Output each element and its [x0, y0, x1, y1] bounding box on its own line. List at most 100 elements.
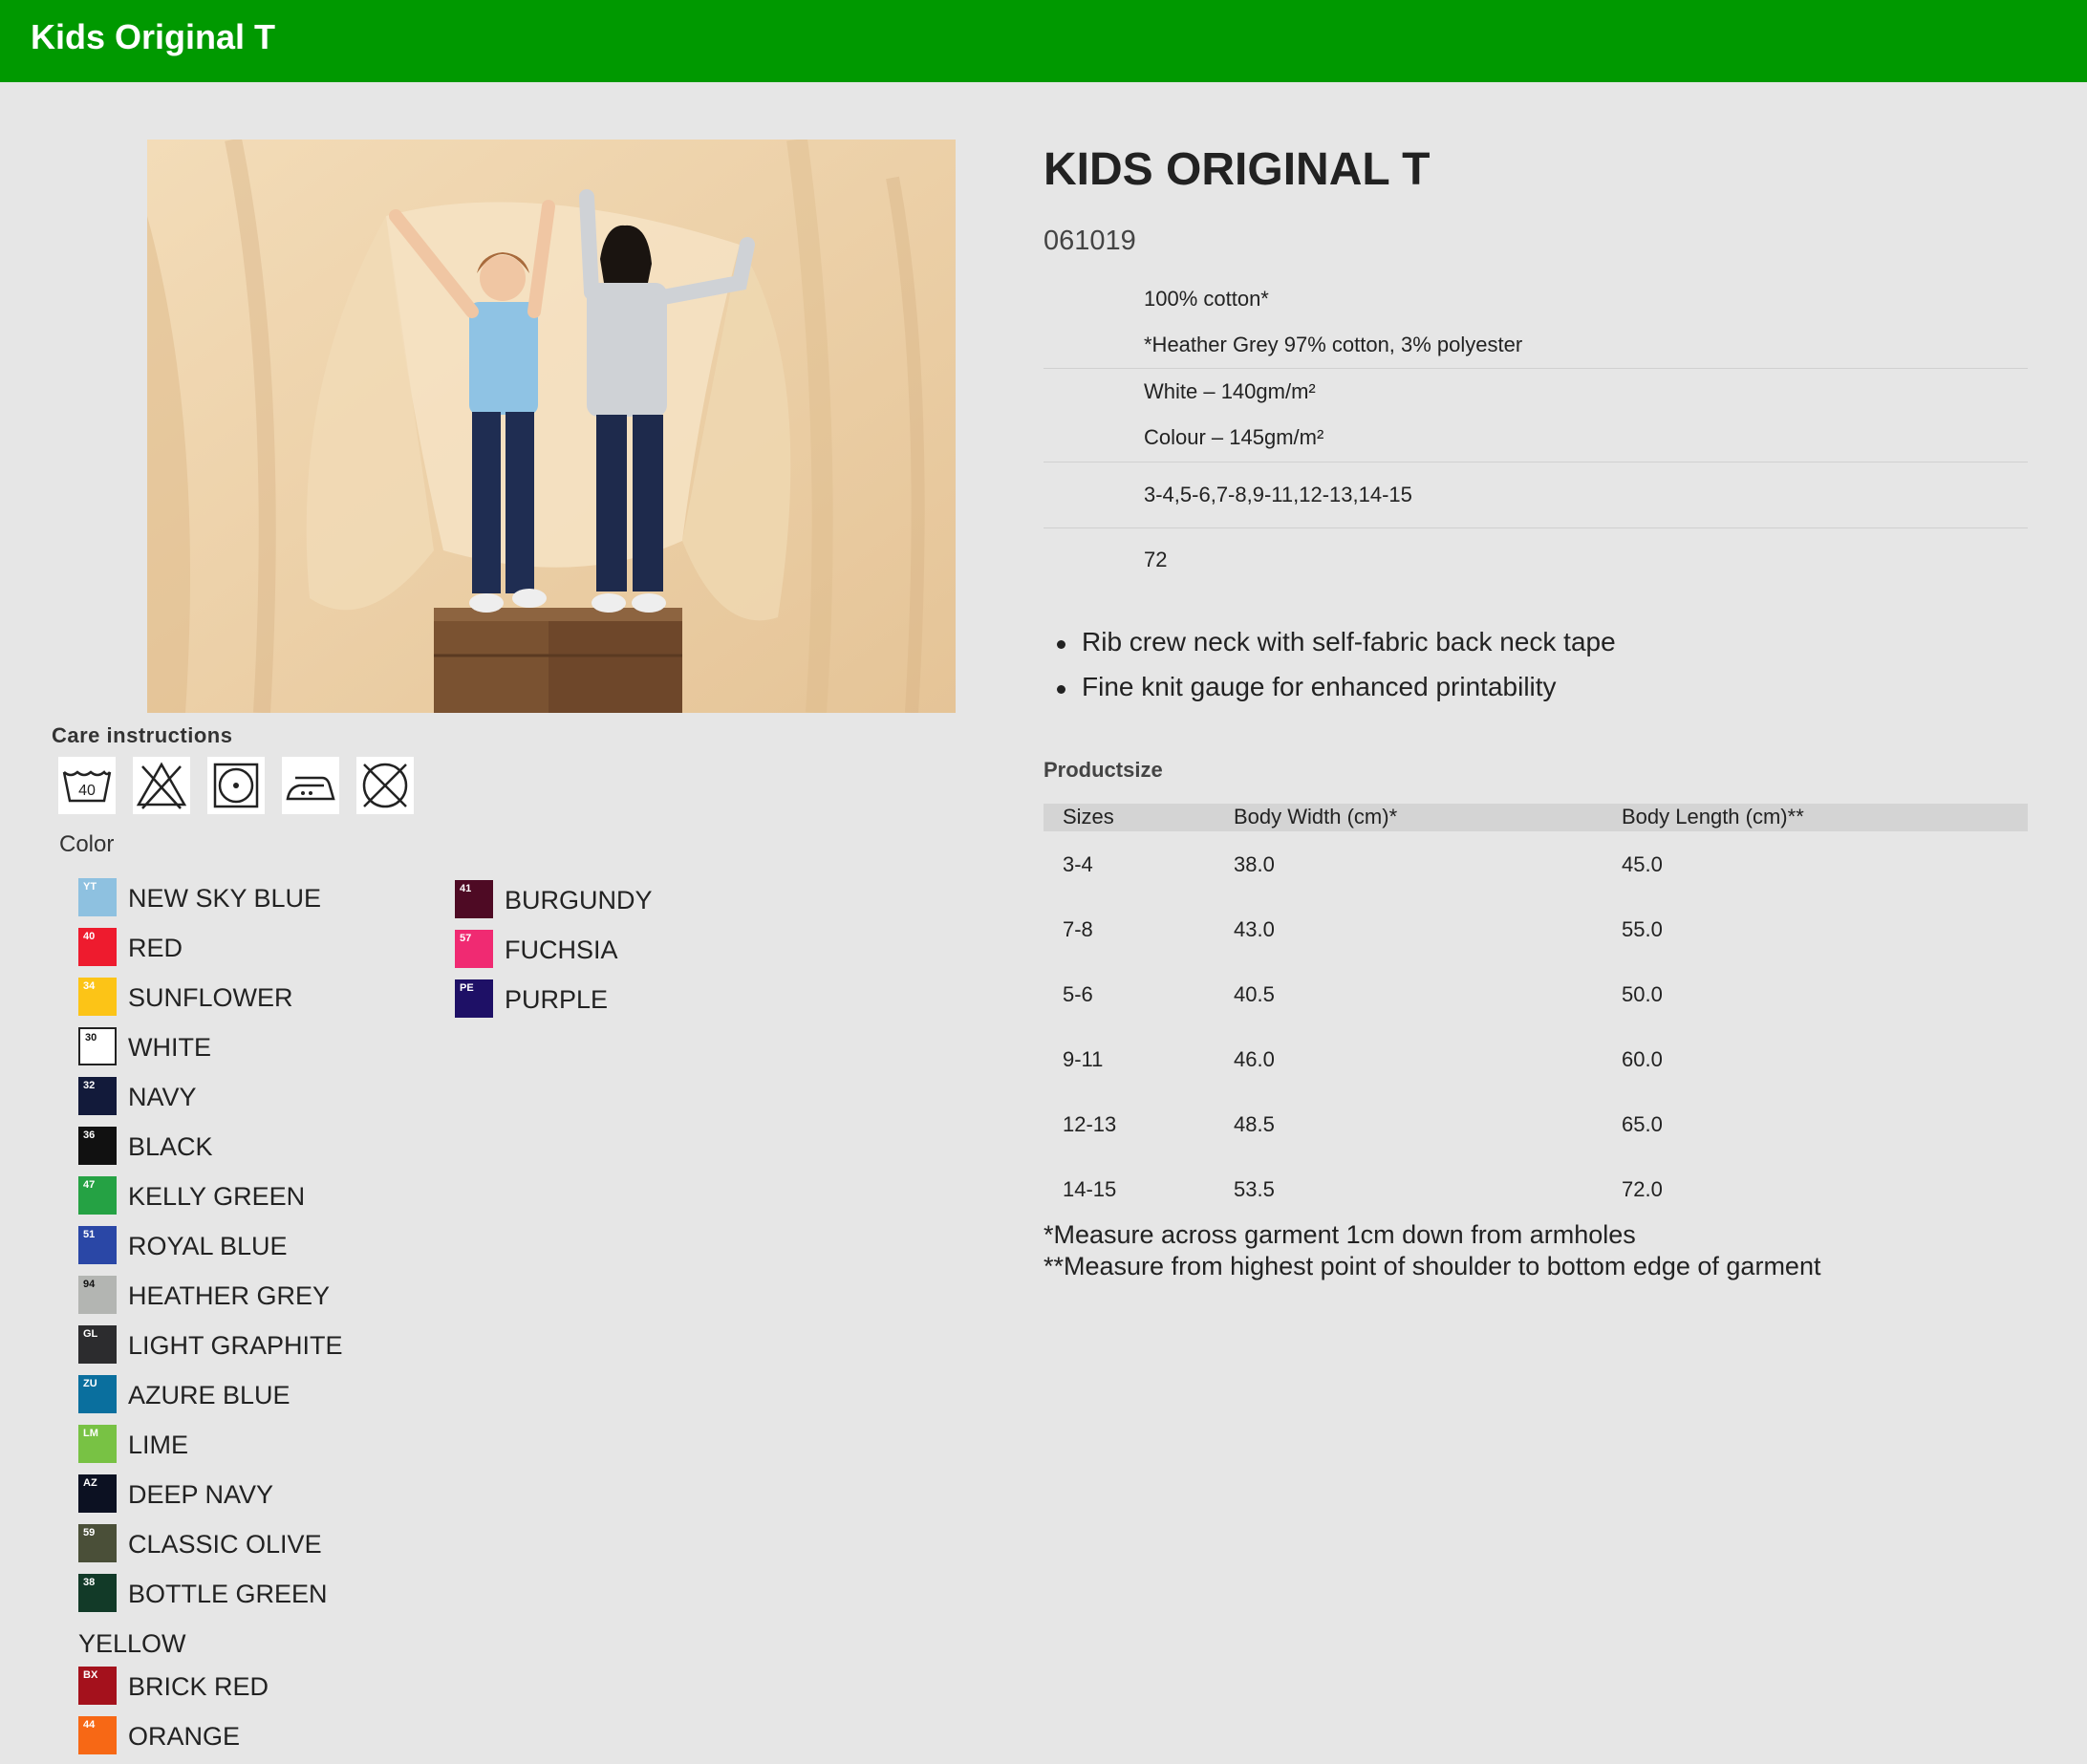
- body-width-cell: 43.0: [1234, 917, 1275, 941]
- page-header-title: Kids Original T: [31, 17, 276, 56]
- color-code: 34: [83, 980, 96, 992]
- body-length-cell: 50.0: [1622, 982, 1663, 1006]
- color-swatch[interactable]: 30: [78, 1027, 117, 1065]
- weight-colour: Colour – 145gm/m²: [1144, 425, 1324, 449]
- spec-divider: [1044, 462, 2028, 463]
- color-swatch[interactable]: 40: [78, 928, 117, 966]
- color-name: FUCHSIA: [505, 936, 618, 964]
- spec-divider: [1044, 368, 2028, 369]
- no-bleach-icon: [133, 757, 190, 814]
- color-swatch[interactable]: 41: [455, 880, 493, 918]
- color-swatch[interactable]: 94: [78, 1276, 117, 1314]
- color-name: RED: [128, 934, 183, 962]
- color-name: LIME: [128, 1431, 189, 1459]
- wash-temperature-label: 40: [78, 783, 96, 799]
- color-swatch[interactable]: BX: [78, 1667, 117, 1705]
- color-code: 51: [83, 1229, 96, 1240]
- color-swatch[interactable]: PE: [455, 979, 493, 1018]
- body-length-cell: 60.0: [1622, 1047, 1663, 1071]
- color-swatch[interactable]: 59: [78, 1524, 117, 1562]
- size-table-header: [1044, 804, 2028, 831]
- color-swatch[interactable]: LM: [78, 1425, 117, 1463]
- color-code: GL: [83, 1328, 98, 1340]
- color-name: BLACK: [128, 1132, 213, 1161]
- body-length-cell: 65.0: [1622, 1112, 1663, 1136]
- color-swatch[interactable]: 36: [78, 1127, 117, 1165]
- body-length-cell: 55.0: [1622, 917, 1663, 941]
- color-swatch[interactable]: 47: [78, 1176, 117, 1215]
- body-width-cell: 46.0: [1234, 1047, 1275, 1071]
- color-name: WHITE: [128, 1033, 211, 1062]
- column-header-body-length: Body Length (cm)**: [1622, 805, 1804, 828]
- product-code: 061019: [1044, 226, 1136, 256]
- color-code: 59: [83, 1527, 96, 1538]
- color-code: 94: [83, 1279, 96, 1290]
- iron-icon: [282, 757, 339, 814]
- color-name: ORANGE: [128, 1722, 241, 1751]
- color-code: 30: [85, 1032, 97, 1043]
- color-name: AZURE BLUE: [128, 1381, 290, 1409]
- color-name: NEW SKY BLUE: [128, 884, 322, 913]
- color-code: 47: [83, 1179, 96, 1191]
- column-header-body-width: Body Width (cm)*: [1234, 805, 1398, 828]
- body-width-cell: 48.5: [1234, 1112, 1275, 1136]
- size-cell: 9-11: [1063, 1047, 1104, 1071]
- size-cell: 5-6: [1063, 982, 1093, 1006]
- no-dry-clean-icon: [356, 757, 414, 814]
- color-code: 40: [83, 931, 96, 942]
- color-swatch[interactable]: GL: [78, 1325, 117, 1364]
- top-bar: Kids Original T: [0, 0, 2087, 82]
- color-code: 41: [460, 883, 472, 894]
- color-code: PE: [460, 982, 474, 994]
- color-swatch[interactable]: AZ: [78, 1474, 117, 1513]
- color-name: CLASSIC OLIVE: [128, 1530, 322, 1559]
- color-heading: Color: [59, 831, 115, 857]
- pack-quantity: 72: [1144, 548, 1168, 571]
- spec-divider: [1044, 527, 2028, 528]
- available-sizes: 3-4,5-6,7-8,9-11,12-13,14-15: [1144, 483, 1412, 506]
- product-photo: [147, 140, 956, 713]
- color-swatch[interactable]: ZU: [78, 1375, 117, 1413]
- feature-item: Rib crew neck with self-fabric back neck…: [1044, 627, 1616, 672]
- color-swatch[interactable]: 34: [78, 978, 117, 1016]
- color-swatch[interactable]: 32: [78, 1077, 117, 1115]
- wash-40-icon: 40: [58, 757, 116, 814]
- color-swatch[interactable]: 57: [455, 930, 493, 968]
- color-name: KELLY GREEN: [128, 1182, 306, 1211]
- feature-list: Rib crew neck with self-fabric back neck…: [1044, 627, 1616, 717]
- width-measure-note: *Measure across garment 1cm down from ar…: [1044, 1220, 1636, 1249]
- color-code: BX: [83, 1669, 98, 1681]
- size-cell: 3-4: [1063, 852, 1093, 876]
- color-code: LM: [83, 1428, 98, 1439]
- color-code: AZ: [83, 1477, 97, 1489]
- color-name: DEEP NAVY: [128, 1480, 274, 1509]
- length-measure-note: **Measure from highest point of shoulder…: [1044, 1252, 1821, 1280]
- color-name: BRICK RED: [128, 1672, 269, 1701]
- color-code: 57: [460, 933, 472, 944]
- color-swatch[interactable]: 38: [78, 1574, 117, 1612]
- product-title: KIDS ORIGINAL T: [1044, 144, 1431, 195]
- color-code: 44: [83, 1719, 96, 1731]
- fabric-composition-note: *Heather Grey 97% cotton, 3% polyester: [1144, 333, 1523, 356]
- care-instructions-heading: Care instructions: [52, 723, 233, 747]
- color-name: SUNFLOWER: [128, 983, 293, 1012]
- feature-item: Fine knit gauge for enhanced printabilit…: [1044, 672, 1616, 717]
- color-name: ROYAL BLUE: [128, 1232, 288, 1260]
- color-name: HEATHER GREY: [128, 1281, 331, 1310]
- color-name: NAVY: [128, 1083, 197, 1111]
- color-name: BURGUNDY: [505, 886, 653, 914]
- fabric-composition: 100% cotton*: [1144, 287, 1269, 311]
- color-swatch[interactable]: 51: [78, 1226, 117, 1264]
- body-width-cell: 38.0: [1234, 852, 1275, 876]
- color-name: YELLOW: [78, 1629, 186, 1658]
- color-swatch[interactable]: YT: [78, 878, 117, 916]
- body-length-cell: 72.0: [1622, 1177, 1663, 1201]
- body-length-cell: 45.0: [1622, 852, 1663, 876]
- productsize-heading: Productsize: [1044, 758, 1163, 782]
- body-width-cell: 53.5: [1234, 1177, 1275, 1201]
- column-header-sizes: Sizes: [1063, 805, 1114, 828]
- color-name: BOTTLE GREEN: [128, 1580, 328, 1608]
- color-swatch[interactable]: 44: [78, 1716, 117, 1754]
- body-width-cell: 40.5: [1234, 982, 1275, 1006]
- tumble-dry-icon: [207, 757, 265, 814]
